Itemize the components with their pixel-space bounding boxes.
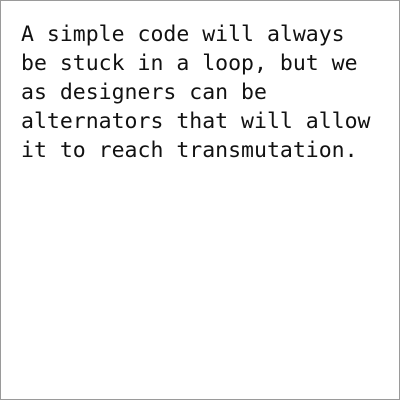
- text-line-3: as designers can be: [21, 80, 267, 105]
- page-canvas: A simple code will always be stuck in a …: [0, 0, 400, 400]
- body-paragraph: A simple code will always be stuck in a …: [21, 20, 371, 165]
- text-line-2: be stuck in a loop, but we: [21, 51, 358, 76]
- text-line-1: A simple code will always: [21, 22, 345, 47]
- text-line-5: it to reach transmutation.: [21, 138, 358, 163]
- text-line-4: alternators that will allow: [21, 109, 371, 134]
